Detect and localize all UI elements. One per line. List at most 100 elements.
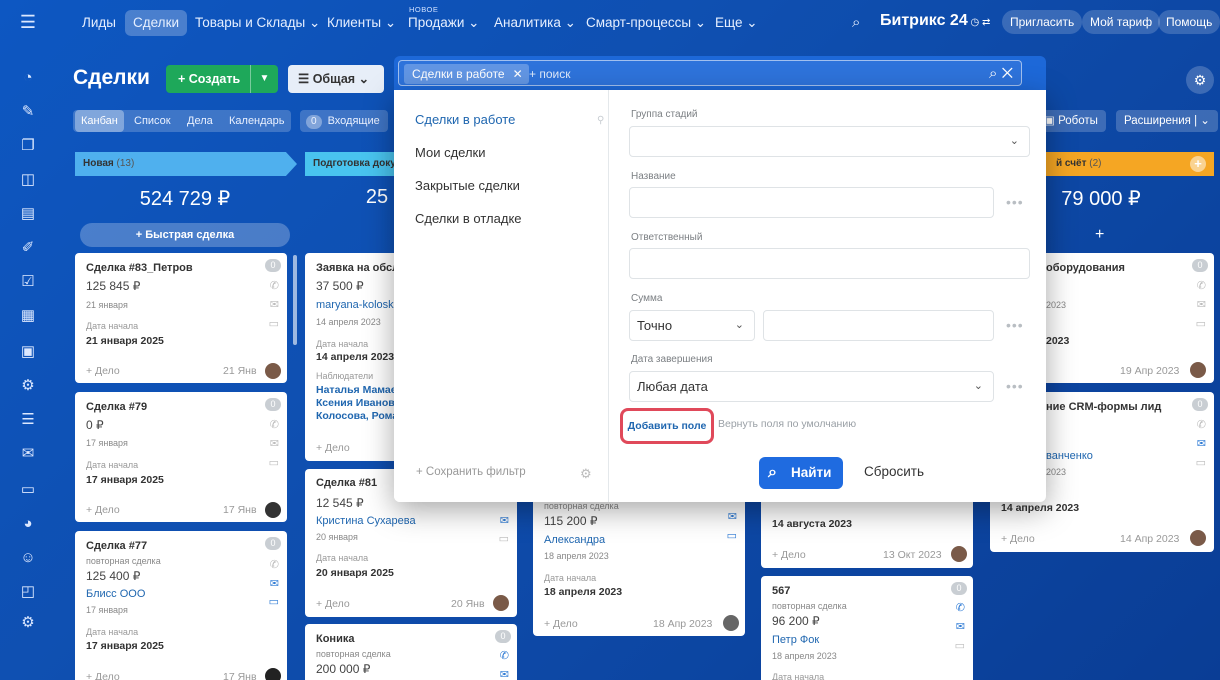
add-activity-link[interactable]: + Дело — [772, 549, 806, 561]
avatar[interactable] — [951, 546, 967, 562]
sum-mode-select[interactable]: Точно ⌄ — [629, 310, 755, 341]
mail-icon[interactable]: ✉ — [1197, 298, 1206, 311]
deal-card[interactable]: Сделка #79 0 0 ₽ 17 января Дата начала 1… — [75, 392, 287, 522]
tab-kanban[interactable]: Канбан — [75, 110, 124, 132]
add-activity-link[interactable]: + Дело — [316, 598, 350, 610]
phone-icon[interactable]: ✆ — [956, 601, 965, 614]
avatar[interactable] — [265, 668, 281, 680]
tab-calendar[interactable]: Календарь — [223, 110, 291, 132]
avatar[interactable] — [1190, 530, 1206, 546]
tasks-icon[interactable]: ✎ — [17, 100, 39, 122]
search-icon[interactable]: ⌕ — [844, 10, 868, 36]
close-date-select[interactable]: Любая дата ⌄ — [629, 371, 994, 402]
mail-icon[interactable]: ✉ — [956, 620, 965, 633]
card-client[interactable]: Кристина Сухарева — [316, 515, 416, 527]
automation-icon[interactable]: ⚙ — [17, 374, 39, 396]
robots-button[interactable]: ▣ Роботы — [1036, 110, 1106, 132]
restore-defaults-link[interactable]: Вернуть поля по умолчанию — [718, 418, 856, 430]
my-tariff-button[interactable]: Мой тариф — [1082, 10, 1161, 34]
card-title[interactable]: оборудования — [1046, 262, 1125, 274]
nav-clients[interactable]: Клиенты ⌄ — [319, 10, 404, 36]
preset-in-progress[interactable]: Сделки в работе — [415, 112, 515, 127]
add-stage-icon[interactable]: + — [1190, 156, 1206, 172]
deal-card[interactable]: Сделка #77 0 повторная сделка 125 400 ₽ … — [75, 531, 287, 680]
more-icon[interactable]: ••• — [1006, 317, 1024, 333]
mail-icon[interactable]: ✉ — [270, 298, 279, 311]
mail-icon[interactable]: ✉ — [1197, 437, 1206, 450]
card-observer[interactable]: Ксения Иванова — [316, 397, 400, 409]
page-settings-icon[interactable]: ⚙ — [1186, 66, 1214, 94]
mail-icon[interactable]: ✉ — [270, 437, 279, 450]
tab-activities[interactable]: Дела — [181, 110, 219, 132]
more-icon[interactable]: ••• — [1006, 194, 1024, 210]
more-icon[interactable]: ••• — [1006, 378, 1024, 394]
search-icon[interactable]: ⌕ — [989, 65, 997, 82]
search-placeholder[interactable]: + поиск — [529, 65, 570, 83]
card-title[interactable]: Сделка #83_Петров — [86, 262, 193, 274]
stage-header-invoice[interactable]: й счёт (2) + — [1046, 152, 1214, 176]
mail-icon[interactable]: ✉ — [500, 668, 509, 680]
add-activity-link[interactable]: + Дело — [316, 442, 350, 454]
nav-sales[interactable]: Продажи ⌄ — [400, 10, 487, 36]
phone-icon[interactable]: ✆ — [500, 649, 509, 662]
phone-icon[interactable]: ✆ — [1197, 279, 1206, 292]
mail-icon[interactable]: ✉ — [728, 510, 737, 523]
drive-icon[interactable]: ◫ — [17, 168, 39, 190]
employees-icon[interactable]: ☺ — [17, 546, 39, 568]
help-button[interactable]: Помощь — [1158, 10, 1220, 34]
mail-icon[interactable]: ✉ — [500, 514, 509, 527]
chat-icon[interactable]: ▭ — [1196, 456, 1206, 469]
nav-products[interactable]: Товары и Склады ⌄ — [187, 10, 328, 36]
card-observer[interactable]: Наталья Мамаев — [316, 384, 403, 396]
crm-icon[interactable]: ◔ — [17, 66, 39, 88]
save-filter-link[interactable]: + Сохранить фильтр — [416, 466, 526, 478]
avatar[interactable] — [1190, 362, 1206, 378]
docs-icon[interactable]: ▤ — [17, 202, 39, 224]
stage-group-select[interactable]: ⌄ — [629, 126, 1030, 157]
reset-button[interactable]: Сбросить — [864, 464, 924, 479]
mail-icon[interactable]: ✉ — [270, 577, 279, 590]
extensions-button[interactable]: Расширения | ⌄ — [1116, 110, 1218, 132]
deal-card[interactable]: Заявка на обсл 37 500 ₽ maryana-kolosk 1… — [305, 253, 405, 461]
add-field-button[interactable]: Добавить поле — [620, 408, 714, 444]
responsible-field[interactable] — [629, 248, 1030, 279]
inbox-button[interactable]: 0 Входящие — [300, 110, 388, 132]
column-scrollbar[interactable] — [293, 255, 297, 345]
hamburger-icon[interactable]: ☰ — [17, 11, 39, 33]
nav-smart-processes[interactable]: Смарт-процессы ⌄ — [578, 10, 714, 36]
phone-icon[interactable]: ✆ — [270, 418, 279, 431]
avatar[interactable] — [493, 595, 509, 611]
pin-icon[interactable]: ⚲ — [597, 115, 604, 126]
quick-deal-button[interactable]: + Быстрая сделка — [80, 223, 290, 247]
card-title[interactable]: 567 — [772, 585, 790, 597]
deal-card[interactable]: повторная сделка 115 200 ₽ Александра 18… — [533, 496, 745, 636]
contacts-icon[interactable]: ▣ — [17, 340, 39, 362]
stage-header-docs[interactable]: Подготовка доку — [305, 152, 405, 176]
card-title[interactable]: Коника — [316, 633, 354, 645]
calendar-icon[interactable]: ▦ — [17, 304, 39, 326]
card-client[interactable]: maryana-kolosk — [316, 299, 394, 311]
add-activity-link[interactable]: + Дело — [544, 618, 578, 630]
chat-icon[interactable]: ▭ — [499, 532, 509, 545]
add-activity-link[interactable]: + Дело — [1001, 533, 1035, 545]
deal-card[interactable]: 14 августа 2023 + Дело 13 Окт 2023 — [761, 496, 973, 568]
card-observer[interactable]: Колосова, Рома — [316, 410, 398, 422]
card-client[interactable]: Александра — [544, 534, 605, 546]
chat-icon[interactable]: ▭ — [269, 456, 279, 469]
phone-icon[interactable]: ✆ — [1197, 418, 1206, 431]
card-title[interactable]: ние CRM-формы лид — [1046, 401, 1161, 413]
chat-icon[interactable]: ❐ — [17, 134, 39, 156]
chevron-down-icon[interactable]: ▼ — [250, 65, 278, 93]
card-client[interactable]: Блисс ООО — [86, 588, 145, 600]
sum-field[interactable] — [763, 310, 994, 341]
phone-icon[interactable]: ✆ — [270, 279, 279, 292]
close-icon[interactable]: ✕ — [513, 67, 523, 81]
card-title[interactable]: Сделка #79 — [86, 401, 147, 413]
preset-my-deals[interactable]: Мои сделки — [415, 145, 486, 160]
clear-icon[interactable]: ✕ — [1002, 65, 1013, 82]
nav-deals[interactable]: Сделки — [125, 10, 188, 36]
search-input[interactable]: Сделки в работе ✕ + поиск ⌕ ✕ — [398, 60, 1022, 86]
sign-icon[interactable]: ✐ — [17, 236, 39, 258]
chat-icon[interactable]: ▭ — [269, 595, 279, 608]
payment-icon[interactable]: ▭ — [17, 478, 39, 500]
